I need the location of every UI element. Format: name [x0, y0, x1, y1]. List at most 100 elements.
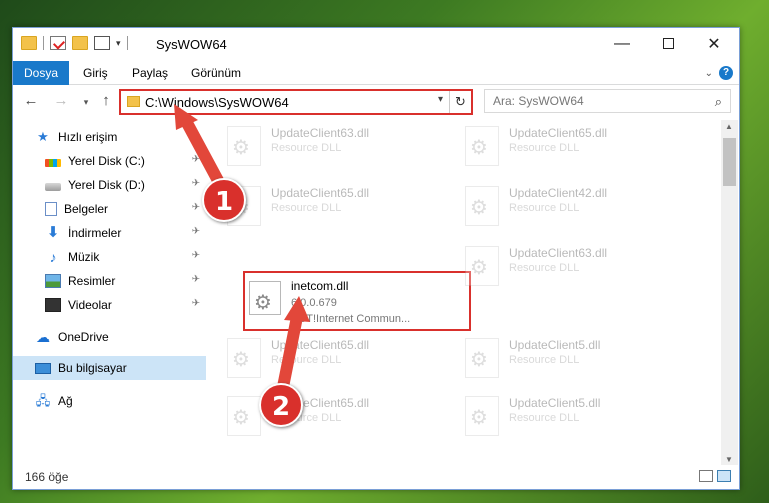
sidebar-item-local-disk-d[interactable]: Yerel Disk (D:) ✈ [13, 174, 206, 196]
new-folder-icon[interactable] [72, 36, 88, 50]
sidebar-item-documents[interactable]: Belgeler ✈ [13, 198, 206, 220]
dll-file-icon [227, 338, 261, 378]
step-badge-2: 2 [259, 383, 303, 427]
expand-ribbon-icon[interactable]: ⌄ [705, 68, 713, 79]
file-name: UpdateClient65.dll [271, 186, 370, 200]
file-name: UpdateClient63.dll [271, 126, 370, 140]
tab-home[interactable]: Giriş [71, 61, 120, 85]
sidebar-item-label: Belgeler [64, 202, 109, 216]
file-item[interactable]: UpdateClient5.dll Resource DLL [461, 392, 691, 440]
sidebar-item-onedrive[interactable]: ☁ OneDrive [13, 326, 206, 348]
sidebar-item-label: Hızlı erişim [58, 130, 118, 144]
dll-file-icon [249, 281, 281, 315]
sidebar-item-label: İndirmeler [68, 226, 122, 240]
properties-icon[interactable] [50, 36, 66, 50]
maximize-icon [662, 38, 674, 49]
ribbon-controls: ⌄ ? [705, 66, 733, 80]
file-version: 6.0.0.679 [291, 297, 337, 309]
up-arrow-icon[interactable]: ↑ [96, 92, 116, 109]
file-item[interactable]: UpdateClient63.dll Resource DLL [461, 242, 691, 290]
pin-icon[interactable]: ✈ [192, 226, 200, 237]
toolbar-separator [126, 36, 128, 50]
download-icon: ⬇ [46, 224, 60, 241]
file-type: Resource DLL [509, 412, 580, 424]
sidebar-item-label: Resimler [68, 274, 116, 288]
pin-icon[interactable]: ✈ [192, 298, 200, 309]
refresh-icon[interactable]: ↻ [449, 91, 471, 113]
details-view-icon[interactable] [699, 470, 713, 482]
help-icon[interactable]: ? [719, 66, 733, 80]
explorer-window: ▾ SysWOW64 ― ✕ Dosya Giriş Paylaş Görünü… [12, 27, 740, 490]
music-icon: ♪ [49, 249, 57, 265]
pin-icon[interactable]: ✈ [192, 154, 200, 165]
dll-file-icon [465, 126, 499, 166]
scroll-down-icon[interactable]: ▼ [725, 455, 733, 464]
vertical-scrollbar[interactable]: ▲ ▼ [721, 120, 738, 466]
network-icon: 🖧 [35, 393, 51, 408]
search-input[interactable]: Ara: SysWOW64 ⌕ [484, 89, 731, 113]
computer-icon [35, 362, 51, 374]
file-type: Resource DLL [271, 354, 342, 366]
file-item[interactable]: UpdateClient63.dll Resource DLL [223, 122, 453, 170]
sidebar-item-this-pc[interactable]: Bu bilgisayar [13, 356, 206, 380]
pin-icon[interactable]: ✈ [192, 250, 200, 261]
file-type: Resource DLL [271, 202, 342, 214]
pin-icon[interactable]: ✈ [192, 178, 200, 189]
close-button[interactable]: ✕ [691, 28, 737, 59]
sidebar-item-label: Müzik [68, 250, 100, 264]
large-icons-view-icon[interactable] [717, 470, 731, 482]
search-icon: ⌕ [714, 94, 722, 109]
tab-view[interactable]: Görünüm [179, 61, 253, 85]
back-arrow-icon[interactable]: ← [21, 92, 41, 109]
file-item[interactable]: UpdateClient65.dll Resource DLL [461, 122, 691, 170]
address-dropdown-icon[interactable]: ▾ [438, 94, 443, 105]
cloud-icon: ☁ [36, 329, 50, 345]
pin-icon[interactable]: ✈ [192, 274, 200, 285]
file-item[interactable]: UpdateClient5.dll Resource DLL [461, 334, 691, 382]
file-type: Resource DLL [509, 142, 580, 154]
tab-file[interactable]: Dosya [13, 61, 69, 85]
sidebar-item-label: OneDrive [58, 330, 109, 344]
file-type: Resource DLL [509, 202, 580, 214]
dll-file-icon [227, 126, 261, 166]
file-description: ACT!Internet Commun... [291, 313, 411, 325]
sidebar-item-local-disk-c[interactable]: Yerel Disk (C:) ✈ [13, 150, 206, 172]
minimize-button[interactable]: ― [599, 28, 645, 59]
file-name: UpdateClient63.dll [509, 246, 608, 260]
sidebar-item-pictures[interactable]: Resimler ✈ [13, 270, 206, 292]
scroll-up-icon[interactable]: ▲ [725, 122, 733, 131]
file-item[interactable]: UpdateClient65.dll Resource DLL [223, 182, 453, 230]
sidebar-item-downloads[interactable]: ⬇ İndirmeler ✈ [13, 222, 206, 244]
window-title: SysWOW64 [156, 37, 227, 52]
sidebar-item-label: Videolar [68, 298, 112, 312]
star-icon: ★ [37, 129, 49, 144]
sidebar-item-videos[interactable]: Videolar ✈ [13, 294, 206, 316]
tab-share[interactable]: Paylaş [120, 61, 180, 85]
dll-file-icon [465, 186, 499, 226]
sidebar-item-music[interactable]: ♪ Müzik ✈ [13, 246, 206, 268]
item-count: 166 öğe [25, 470, 69, 484]
pin-icon[interactable]: ✈ [192, 202, 200, 213]
sidebar-item-network[interactable]: 🖧 Ağ [13, 390, 206, 412]
document-icon [45, 202, 57, 216]
title-bar: ▾ SysWOW64 ― ✕ [13, 28, 739, 61]
dll-file-icon [465, 396, 499, 436]
customize-toolbar-icon[interactable]: ▾ [116, 38, 121, 49]
video-icon [45, 298, 61, 312]
dll-file-icon [465, 246, 499, 286]
disk-icon [45, 159, 61, 167]
file-item-selected[interactable]: inetcom.dll 6.0.0.679 ACT!Internet Commu… [243, 271, 471, 331]
dll-file-icon [227, 396, 261, 436]
forward-arrow-icon[interactable]: → [51, 92, 71, 109]
file-item[interactable]: UpdateClient65.dll Resource DLL [223, 392, 453, 440]
address-path[interactable]: C:\Windows\SysWOW64 [145, 95, 289, 110]
view-options-icon[interactable] [94, 36, 110, 50]
scroll-thumb[interactable] [723, 138, 736, 186]
sidebar-item-quick-access[interactable]: ★ Hızlı erişim [13, 126, 206, 148]
file-type: Resource DLL [509, 354, 580, 366]
address-bar[interactable]: C:\Windows\SysWOW64 ▾ ↻ [119, 89, 473, 115]
maximize-button[interactable] [645, 28, 691, 59]
file-item[interactable]: UpdateClient42.dll Resource DLL [461, 182, 691, 230]
file-item[interactable]: UpdateClient65.dll Resource DLL [223, 334, 453, 382]
recent-locations-icon[interactable]: ▾ [76, 97, 96, 108]
